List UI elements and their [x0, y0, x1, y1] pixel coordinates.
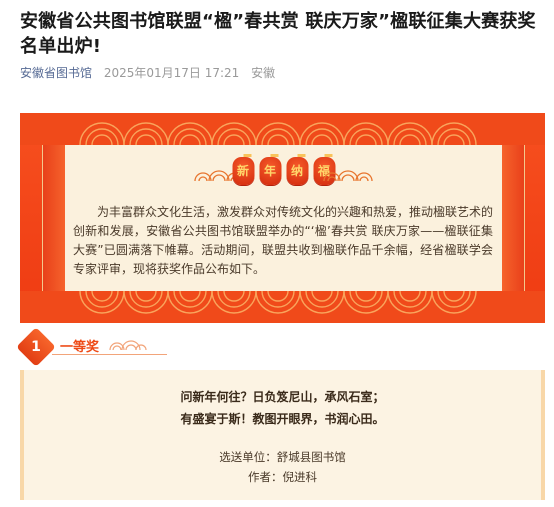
heading-char-1: 新	[232, 154, 254, 185]
article-meta: 安徽省图书馆 2025年01月17日 17:21 安徽	[20, 64, 283, 81]
couplet-line-2: 有盛宴于斯！教图开眼界，书润心田。	[180, 412, 385, 426]
account-name-link[interactable]: 安徽省图书馆	[20, 66, 92, 80]
heading-characters: 新 年 纳 福	[232, 154, 335, 185]
award-underline	[52, 354, 167, 355]
submitting-unit: 选送单位：舒城县图书馆	[219, 450, 346, 464]
article-title: 安徽省公共图书馆联盟“楹”春共赏 联庆万家”楹联征集大赛获奖名单出炉!	[20, 11, 536, 57]
new-year-banner-image: 新 年 纳 福 为丰富群众文化生活，激发群众对传统文化的兴趣和热爱，推动楹联艺术…	[20, 113, 545, 323]
award-number: 1	[31, 339, 41, 355]
award-label: 一等奖	[60, 340, 100, 355]
author: 作者：倪进科	[248, 470, 317, 484]
banner-heading: 新 年 纳 福	[43, 154, 524, 193]
award-section-header: 1 一等奖	[16, 327, 172, 367]
banner-top-cloud-band	[20, 113, 545, 145]
notice-text: 为丰富群众文化生活，激发群众对传统文化的兴趣和热爱，推动楹联艺术的创新和发展，安…	[73, 205, 494, 276]
heading-char-3: 纳	[286, 154, 308, 185]
publish-time: 2025年01月17日 17:21	[103, 66, 240, 80]
auspicious-cloud-icon	[323, 170, 373, 182]
banner-bottom-cloud-band	[20, 291, 545, 323]
publish-location: 安徽	[251, 66, 276, 80]
heading-char-2: 年	[259, 154, 281, 185]
award-entry-card: 问新年何往？日负笈尼山，承风石室； 有盛宴于斯！教图开眼界，书润心田。 选送单位…	[20, 370, 545, 500]
couplet-line-1: 问新年何往？日负笈尼山，承风石室；	[180, 390, 385, 404]
cloud-icon	[109, 340, 147, 351]
notice-panel: 新 年 纳 福 为丰富群众文化生活，激发群众对传统文化的兴趣和热爱，推动楹联艺术…	[42, 145, 525, 291]
